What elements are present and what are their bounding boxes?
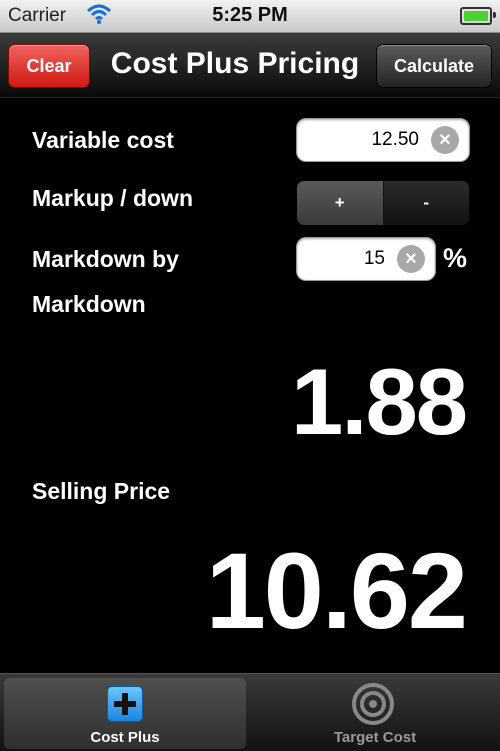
- tab-cost-plus[interactable]: Cost Plus: [4, 678, 246, 749]
- clear-field-icon[interactable]: ×: [397, 245, 425, 273]
- markdown-by-label: Markdown by: [32, 246, 179, 272]
- tab-bar: Cost Plus Target Cost: [0, 673, 500, 751]
- plus-icon: [107, 686, 143, 722]
- calculate-button[interactable]: Calculate: [376, 44, 492, 88]
- markup-minus-segment[interactable]: -: [383, 181, 469, 225]
- variable-cost-field[interactable]: 12.50 ×: [296, 118, 470, 162]
- clear-button[interactable]: Clear: [8, 44, 90, 88]
- variable-cost-value: 12.50: [371, 129, 419, 150]
- percent-unit: %: [443, 243, 468, 273]
- clear-field-icon[interactable]: ×: [431, 126, 459, 154]
- selling-price-value: 10.62: [205, 530, 468, 651]
- markdown-by-value: 15: [363, 248, 385, 269]
- selling-price-label: Selling Price: [32, 478, 171, 504]
- tab-target-cost-label: Target Cost: [333, 729, 417, 746]
- variable-cost-label: Variable cost: [32, 127, 174, 153]
- status-bar: Carrier 5:25 PM: [0, 0, 500, 33]
- status-time: 5:25 PM: [212, 4, 288, 26]
- markup-label: Markup / down: [32, 185, 193, 211]
- markdown-result-value: 1.88: [291, 349, 468, 454]
- markup-segmented-control[interactable]: + -: [296, 180, 470, 226]
- navigation-bar: Clear Cost Plus Pricing Calculate: [0, 33, 500, 98]
- markup-plus-segment[interactable]: +: [297, 181, 384, 225]
- tab-target-cost[interactable]: Target Cost: [254, 678, 496, 749]
- markdown-by-field[interactable]: 15 ×: [296, 237, 436, 281]
- page-title: Cost Plus Pricing: [110, 47, 360, 80]
- battery-icon: [460, 7, 496, 25]
- markdown-result-label: Markdown: [32, 291, 146, 317]
- tab-cost-plus-label: Cost Plus: [90, 729, 160, 746]
- target-icon: [352, 683, 394, 725]
